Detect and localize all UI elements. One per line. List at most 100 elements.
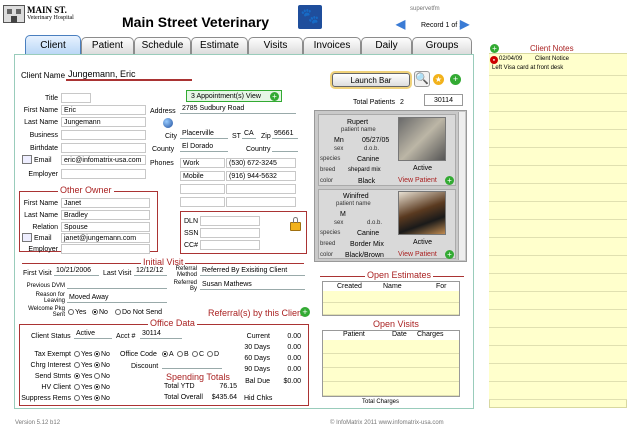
list-item[interactable] bbox=[489, 94, 627, 112]
patient-photo[interactable] bbox=[398, 117, 446, 161]
tax-yes-radio[interactable]: Yes bbox=[74, 351, 92, 358]
list-item[interactable] bbox=[489, 274, 627, 292]
email-field[interactable]: eric@infomatrix-usa.com bbox=[61, 155, 146, 165]
next-record-button[interactable]: ▶ bbox=[460, 18, 474, 31]
phone-type-4[interactable] bbox=[180, 197, 225, 207]
employer-field[interactable] bbox=[61, 169, 146, 179]
client-name-field[interactable]: Jungemann, Eric bbox=[66, 69, 192, 81]
st-field[interactable]: CA bbox=[242, 129, 256, 139]
title-field[interactable] bbox=[61, 93, 91, 103]
cc-field[interactable] bbox=[200, 240, 260, 250]
tab-client[interactable]: Client bbox=[25, 35, 81, 55]
chrg-yes-radio[interactable]: Yes bbox=[74, 362, 92, 369]
city-field[interactable]: Placerville bbox=[180, 129, 228, 139]
acct-field[interactable]: 30114 bbox=[140, 329, 182, 339]
list-item[interactable] bbox=[489, 364, 627, 382]
oo-email-field[interactable]: janet@jungemann.com bbox=[61, 233, 150, 243]
table-row[interactable] bbox=[323, 303, 459, 315]
list-item[interactable] bbox=[489, 382, 627, 400]
patients-scrollbar[interactable] bbox=[458, 112, 465, 260]
oo-last-field[interactable]: Bradley bbox=[61, 210, 150, 220]
list-item[interactable] bbox=[489, 256, 627, 274]
birthdate-field[interactable] bbox=[61, 143, 146, 153]
dln-field[interactable] bbox=[200, 216, 260, 226]
phone-number-3[interactable] bbox=[226, 184, 296, 194]
address-field[interactable]: 2785 Sudbury Road bbox=[180, 104, 296, 114]
list-item[interactable] bbox=[489, 328, 627, 346]
phone-type-3[interactable] bbox=[180, 184, 225, 194]
first-visit-field[interactable]: 10/21/2006 bbox=[54, 266, 99, 276]
tab-groups[interactable]: Groups bbox=[412, 37, 472, 54]
welcome-do-not-send-radio[interactable]: Do Not Send bbox=[115, 309, 162, 316]
email-icon[interactable] bbox=[22, 155, 32, 164]
supp-yes-radio[interactable]: Yes bbox=[74, 395, 92, 402]
oo-first-field[interactable]: Janet bbox=[61, 198, 150, 208]
first-name-field[interactable]: Eric bbox=[61, 105, 146, 115]
hv-no-radio[interactable]: No bbox=[94, 384, 110, 391]
list-item[interactable] bbox=[489, 220, 627, 238]
zip-field[interactable]: 95661 bbox=[272, 129, 298, 139]
list-item[interactable] bbox=[489, 346, 627, 364]
table-row[interactable] bbox=[323, 382, 459, 396]
discount-field[interactable] bbox=[162, 359, 222, 369]
code-a-radio[interactable]: A bbox=[162, 351, 174, 358]
oo-relation-field[interactable]: Spouse bbox=[61, 222, 150, 232]
tab-schedule[interactable]: Schedule bbox=[134, 37, 191, 54]
add-icon[interactable]: + bbox=[445, 176, 454, 185]
list-item[interactable] bbox=[489, 148, 627, 166]
code-c-radio[interactable]: C bbox=[192, 351, 204, 358]
patient-photo[interactable] bbox=[398, 191, 446, 235]
list-item[interactable] bbox=[489, 202, 627, 220]
code-b-radio[interactable]: B bbox=[177, 351, 189, 358]
list-item[interactable] bbox=[489, 76, 627, 94]
oo-email-icon[interactable] bbox=[22, 233, 32, 242]
welcome-yes-radio[interactable]: Yes bbox=[68, 309, 86, 316]
code-d-radio[interactable]: D bbox=[207, 351, 219, 358]
list-item[interactable] bbox=[489, 292, 627, 310]
globe-icon[interactable] bbox=[163, 118, 173, 128]
list-item[interactable] bbox=[489, 184, 627, 202]
list-item[interactable] bbox=[489, 112, 627, 130]
list-item[interactable] bbox=[489, 130, 627, 148]
table-row[interactable] bbox=[323, 368, 459, 382]
oo-employer-field[interactable] bbox=[61, 244, 150, 254]
list-item[interactable]: ● 02/04/09 Client Notice Left Visa card … bbox=[489, 54, 627, 76]
county-field[interactable]: El Dorado bbox=[180, 142, 228, 152]
prev-record-button[interactable]: ◀ bbox=[396, 18, 410, 31]
welcome-no-radio[interactable]: No bbox=[92, 309, 108, 316]
phone-number-1[interactable]: (530) 672-3245 bbox=[226, 158, 296, 168]
stmts-yes-radio[interactable]: Yes bbox=[74, 373, 92, 380]
lock-icon[interactable] bbox=[290, 217, 301, 231]
referral-method-field[interactable]: Referred By Exisiting Client bbox=[200, 266, 305, 276]
add-icon[interactable]: + bbox=[450, 74, 461, 85]
list-item[interactable] bbox=[489, 238, 627, 256]
reason-leaving-field[interactable]: Moved Away bbox=[67, 293, 167, 303]
client-status-field[interactable]: Active bbox=[74, 329, 112, 339]
list-item[interactable] bbox=[489, 310, 627, 328]
view-patient-link[interactable]: View Patient bbox=[398, 251, 437, 258]
chrg-no-radio[interactable]: No bbox=[94, 362, 110, 369]
appointments-button[interactable]: 3 Appointment(s) View + bbox=[186, 90, 282, 102]
ssn-field[interactable] bbox=[200, 228, 260, 238]
view-patient-link[interactable]: View Patient bbox=[398, 177, 437, 184]
add-referral-icon[interactable]: + bbox=[300, 307, 310, 317]
table-row[interactable] bbox=[323, 340, 459, 354]
tab-daily[interactable]: Daily bbox=[361, 37, 412, 54]
search-icon[interactable]: 🔍 bbox=[414, 71, 430, 87]
stmts-no-radio[interactable]: No bbox=[94, 373, 110, 380]
phone-type-2[interactable]: Mobile bbox=[180, 171, 225, 181]
phone-number-4[interactable] bbox=[226, 197, 296, 207]
tab-invoices[interactable]: Invoices bbox=[303, 37, 361, 54]
list-item[interactable] bbox=[489, 166, 627, 184]
hv-yes-radio[interactable]: Yes bbox=[74, 384, 92, 391]
tax-no-radio[interactable]: No bbox=[94, 351, 110, 358]
table-row[interactable] bbox=[323, 291, 459, 303]
supp-no-radio[interactable]: No bbox=[94, 395, 110, 402]
tab-visits[interactable]: Visits bbox=[248, 37, 303, 54]
country-field[interactable] bbox=[272, 142, 298, 152]
phone-number-2[interactable]: (916) 944-5632 bbox=[226, 171, 296, 181]
table-row[interactable] bbox=[323, 354, 459, 368]
business-field[interactable] bbox=[61, 130, 146, 140]
last-visit-field[interactable]: 12/12/12 bbox=[134, 266, 167, 276]
add-note-icon[interactable]: + bbox=[490, 44, 499, 53]
